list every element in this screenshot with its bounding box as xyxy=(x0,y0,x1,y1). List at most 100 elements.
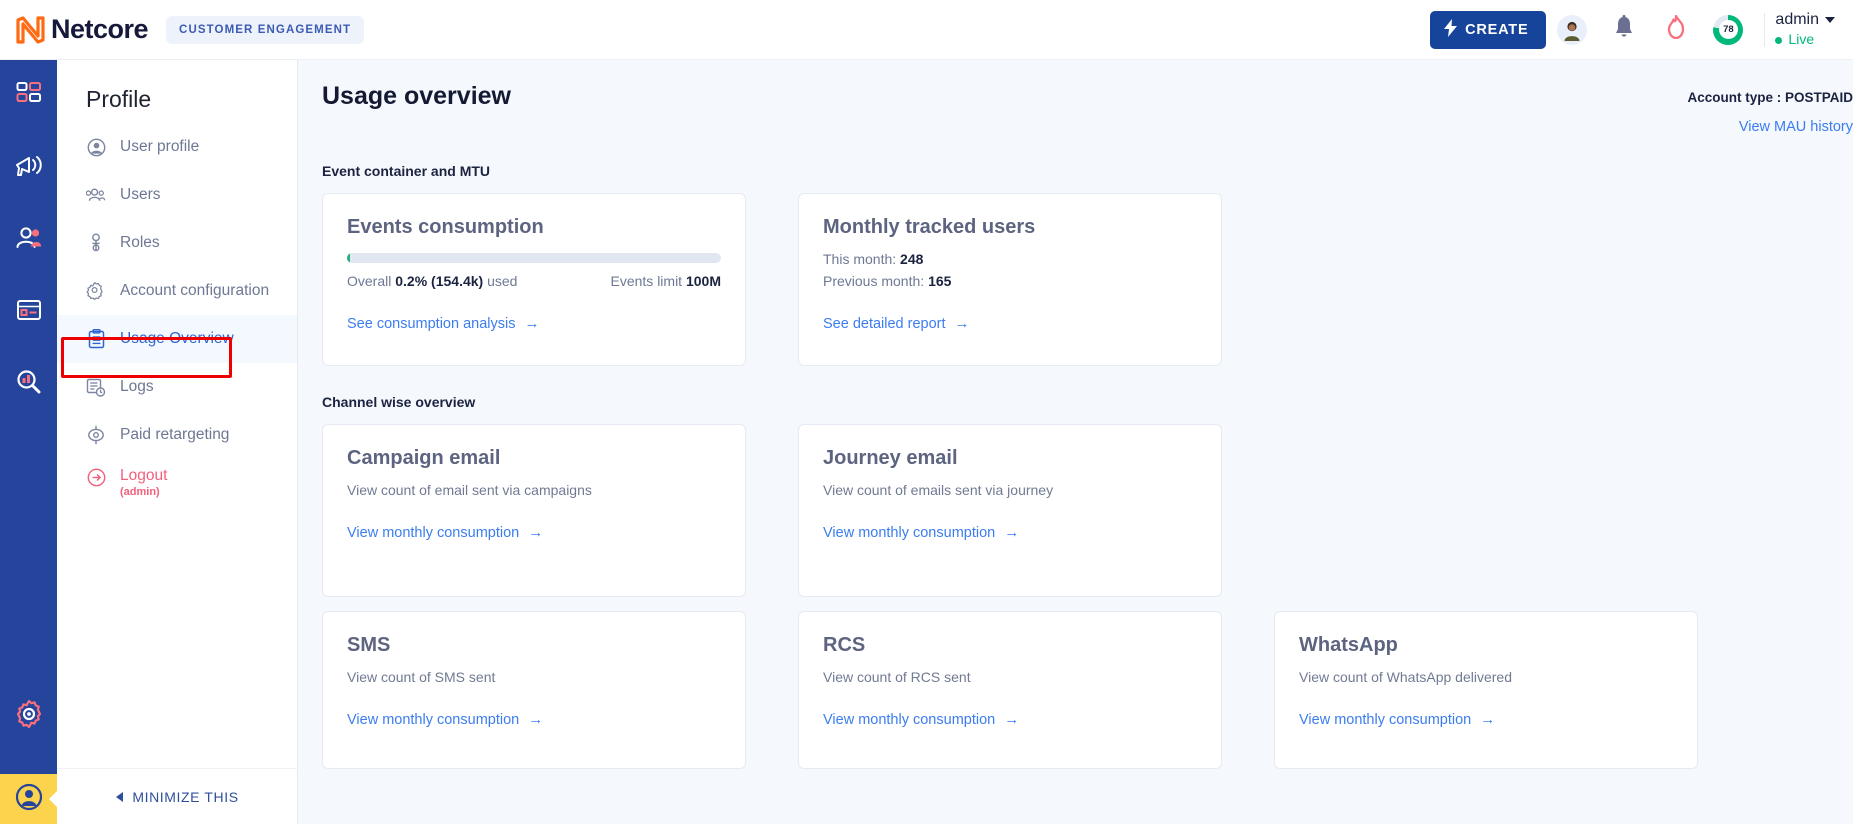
profile-sidebar: Profile User profile Users Roles Account… xyxy=(57,60,298,824)
roles-key-icon xyxy=(86,233,106,253)
section-label-event-container: Event container and MTU xyxy=(322,163,491,179)
view-monthly-consumption-link[interactable]: View monthly consumption → xyxy=(347,711,543,728)
sidebar-item-label: Roles xyxy=(120,234,160,251)
sidebar-item-usage-overview[interactable]: Usage Overview xyxy=(57,315,297,363)
events-usage-text: Overall 0.2% (154.4k) used xyxy=(347,273,517,289)
gear-users-icon xyxy=(86,281,106,301)
rail-item-landing-pages[interactable] xyxy=(0,276,57,348)
sidebar-item-users[interactable]: Users xyxy=(57,171,297,219)
sidebar-item-label: Users xyxy=(120,186,161,203)
rail-item-dashboard[interactable] xyxy=(0,60,57,132)
this-month-value: 248 xyxy=(900,251,924,267)
sidebar-item-label: Paid retargeting xyxy=(120,426,230,443)
view-monthly-consumption-link[interactable]: View monthly consumption → xyxy=(347,524,543,541)
channel-card-sms: SMS View count of SMS sent View monthly … xyxy=(322,611,746,769)
page-header: Usage overview Account type : POSTPAID V… xyxy=(298,60,1853,135)
arrow-right-icon: → xyxy=(528,524,544,541)
usage-value: 0.2% (154.4k) xyxy=(395,273,484,289)
minimize-label: MINIMIZE THIS xyxy=(132,788,239,805)
users-group-icon xyxy=(86,185,106,205)
whats-new-button[interactable] xyxy=(1650,8,1702,52)
view-monthly-consumption-link[interactable]: View monthly consumption → xyxy=(823,524,1019,541)
sidebar-item-user-profile[interactable]: User profile xyxy=(57,123,297,171)
events-meter-row: Overall 0.2% (154.4k) used Events limit … xyxy=(347,273,721,289)
link-label: View monthly consumption xyxy=(1299,711,1472,728)
view-monthly-consumption-link[interactable]: View monthly consumption → xyxy=(823,711,1019,728)
account-name-row[interactable]: admin xyxy=(1775,10,1835,30)
channel-card-row-1: Campaign email View count of email sent … xyxy=(298,424,1853,597)
arrow-right-icon: → xyxy=(1480,711,1496,728)
create-button-label: CREATE xyxy=(1465,21,1529,38)
lightning-bolt-icon xyxy=(1444,18,1458,41)
see-consumption-analysis-link[interactable]: See consumption analysis → xyxy=(347,315,539,332)
sidebar-item-label: User profile xyxy=(120,138,200,155)
logs-clock-icon xyxy=(86,377,106,397)
sidebar-item-logs[interactable]: Logs xyxy=(57,363,297,411)
link-label: View monthly consumption xyxy=(823,711,996,728)
chevron-down-icon xyxy=(1825,17,1835,24)
retargeting-icon xyxy=(86,425,106,445)
status-dot-icon xyxy=(1775,36,1783,44)
see-detailed-report-link[interactable]: See detailed report → xyxy=(823,315,970,332)
events-progress-bar xyxy=(347,253,721,263)
rail-active-pointer-icon xyxy=(49,790,58,808)
account-type-value: POSTPAID xyxy=(1784,90,1853,105)
sidebar-item-label: Account configuration xyxy=(120,282,270,299)
sidebar-item-logout[interactable]: Logout (admin) xyxy=(57,459,297,507)
card-title: RCS xyxy=(823,634,866,656)
section-label-channel-wise: Channel wise overview xyxy=(322,394,476,410)
minimize-sidebar-button[interactable]: MINIMIZE THIS xyxy=(57,768,298,824)
sidebar-title: Profile xyxy=(86,86,152,112)
link-label: View monthly consumption xyxy=(347,524,520,541)
settings-gear-icon xyxy=(15,699,43,733)
arrow-right-icon: → xyxy=(1004,524,1020,541)
usage-prefix: Overall xyxy=(347,273,392,289)
sidebar-item-roles[interactable]: Roles xyxy=(57,219,297,267)
logout-label: Logout xyxy=(120,467,168,484)
user-avatar-icon xyxy=(1557,14,1588,45)
channel-card-whatsapp: WhatsApp View count of WhatsApp delivere… xyxy=(1274,611,1698,769)
sidebar-item-paid-retargeting[interactable]: Paid retargeting xyxy=(57,411,297,459)
account-info-block: Account type : POSTPAID View MAU history xyxy=(1687,82,1853,135)
page-title: Usage overview xyxy=(322,82,511,110)
header-actions: CREATE 78 admin Live xyxy=(1430,8,1853,52)
health-score-button[interactable]: 78 xyxy=(1702,8,1754,52)
card-description: View count of SMS sent xyxy=(347,669,496,685)
event-mtu-card-row: Events consumption Overall 0.2% (154.4k)… xyxy=(298,193,1853,366)
account-type-label: Account type : xyxy=(1687,90,1782,105)
sidebar-item-label: Logs xyxy=(120,378,154,395)
mtu-this-month: This month: 248 xyxy=(823,251,1197,267)
view-monthly-consumption-link[interactable]: View monthly consumption → xyxy=(1299,711,1495,728)
user-circle-icon xyxy=(86,137,106,157)
account-menu[interactable]: admin Live xyxy=(1775,10,1845,49)
rail-item-settings[interactable] xyxy=(0,680,57,752)
this-month-label: This month: xyxy=(823,251,897,267)
rail-item-profile[interactable] xyxy=(0,774,58,824)
card-title: Monthly tracked users xyxy=(823,216,1036,238)
limit-value: 100M xyxy=(685,273,721,289)
channel-card-journey-email: Journey email View count of emails sent … xyxy=(798,424,1222,597)
arrow-right-icon: → xyxy=(524,315,540,332)
sidebar-item-account-configuration[interactable]: Account configuration xyxy=(57,267,297,315)
view-mau-history-link[interactable]: View MAU history xyxy=(1687,119,1853,135)
rail-item-audience[interactable] xyxy=(0,204,57,276)
clipboard-list-icon xyxy=(86,329,106,349)
notifications-button[interactable] xyxy=(1598,8,1650,52)
arrow-right-icon: → xyxy=(528,711,544,728)
rail-item-campaigns[interactable] xyxy=(0,132,57,204)
card-title: Events consumption xyxy=(347,216,544,238)
link-label: See detailed report xyxy=(823,315,946,332)
monthly-tracked-users-card: Monthly tracked users This month: 248 Pr… xyxy=(798,193,1222,366)
usage-suffix: used xyxy=(487,273,518,289)
users-audience-icon xyxy=(15,226,43,255)
rail-item-analytics[interactable] xyxy=(0,348,57,420)
mtu-previous-month: Previous month: 165 xyxy=(823,273,1197,289)
main-content: Usage overview Account type : POSTPAID V… xyxy=(298,60,1853,824)
megaphone-campaign-icon xyxy=(15,154,43,183)
user-avatar-button[interactable] xyxy=(1546,8,1598,52)
create-button[interactable]: CREATE xyxy=(1430,10,1547,49)
events-progress-fill xyxy=(347,253,351,263)
top-header-bar: Netcore CUSTOMER ENGAGEMENT CREATE 78 ad… xyxy=(0,0,1853,60)
brand-block: Netcore CUSTOMER ENGAGEMENT xyxy=(0,14,365,45)
browser-window-icon xyxy=(16,298,42,327)
